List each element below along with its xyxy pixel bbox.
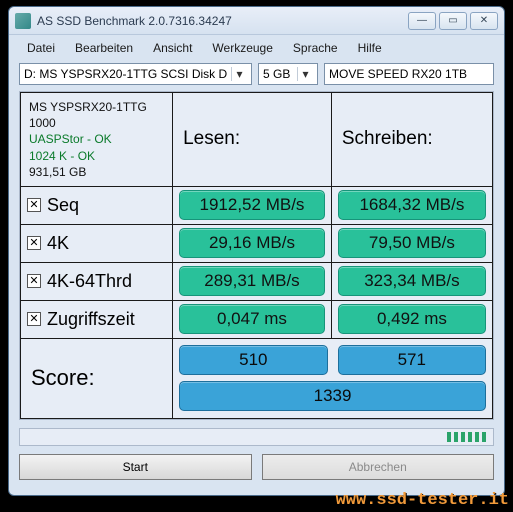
minimize-button[interactable]: — [408,12,436,30]
maximize-button[interactable]: ▭ [439,12,467,30]
checkbox-4k[interactable]: ✕ [27,236,41,250]
seq-read: 1912,52 MB/s [179,190,325,220]
watermark: www.ssd-tester.it [336,491,509,510]
score-read: 510 [179,345,327,375]
checkbox-acc[interactable]: ✕ [27,312,41,326]
4k-read: 29,16 MB/s [179,228,325,258]
menu-datei[interactable]: Datei [19,39,63,57]
close-button[interactable]: ✕ [470,12,498,30]
test-label: Zugriffszeit [47,309,135,330]
4k64-read: 289,31 MB/s [179,266,325,296]
menu-hilfe[interactable]: Hilfe [350,39,390,57]
size-select[interactable]: 5 GB ▾ [258,63,318,85]
start-button[interactable]: Start [19,454,252,480]
col-write: Schreiben: [332,122,492,156]
4k64-write: 323,34 MB/s [338,266,486,296]
checkbox-seq[interactable]: ✕ [27,198,41,212]
drive-model: MS YSPSRX20-1TTG [29,99,164,115]
size-select-value: 5 GB [263,67,293,81]
col-read: Lesen: [173,122,331,156]
score-write: 571 [338,345,486,375]
drive-capacity: 931,51 GB [29,164,164,180]
selector-row: D: MS YSPSRX20-1TTG SCSI Disk Device ▾ 5… [9,63,504,91]
acc-read: 0,047 ms [179,304,325,334]
menubar: Datei Bearbeiten Ansicht Werkzeuge Sprac… [9,35,504,63]
score-label: Score: [21,361,172,395]
results-panel: MS YSPSRX20-1TTG 1000 UASPStor - OK 1024… [19,91,494,420]
drive-fw: 1000 [29,115,164,131]
test-label: 4K-64Thrd [47,271,132,292]
window-title: AS SSD Benchmark 2.0.7316.34247 [37,14,408,28]
name-input-value: MOVE SPEED RX20 1TB [329,67,489,81]
test-label: 4K [47,233,69,254]
checkbox-4k64[interactable]: ✕ [27,274,41,288]
seq-write: 1684,32 MB/s [338,190,486,220]
drive-driver: UASPStor - OK [29,131,164,147]
app-window: AS SSD Benchmark 2.0.7316.34247 — ▭ ✕ Da… [8,6,505,496]
4k-write: 79,50 MB/s [338,228,486,258]
score-box: 510 571 1339 [173,341,492,415]
menu-bearbeiten[interactable]: Bearbeiten [67,39,141,57]
drive-select[interactable]: D: MS YSPSRX20-1TTG SCSI Disk Device ▾ [19,63,252,85]
drive-select-value: D: MS YSPSRX20-1TTG SCSI Disk Device [24,67,227,81]
menu-werkzeuge[interactable]: Werkzeuge [204,39,280,57]
app-icon [15,13,31,29]
menu-ansicht[interactable]: Ansicht [145,39,200,57]
chevron-down-icon: ▾ [297,67,313,81]
abort-button: Abbrechen [262,454,495,480]
drive-info: MS YSPSRX20-1TTG 1000 UASPStor - OK 1024… [21,93,172,186]
name-input[interactable]: MOVE SPEED RX20 1TB [324,63,494,85]
titlebar: AS SSD Benchmark 2.0.7316.34247 — ▭ ✕ [9,7,504,35]
score-total: 1339 [179,381,486,411]
drive-align: 1024 K - OK [29,148,164,164]
chevron-down-icon: ▾ [231,67,247,81]
test-label: Seq [47,195,79,216]
menu-sprache[interactable]: Sprache [285,39,346,57]
acc-write: 0,492 ms [338,304,486,334]
progress-bar [19,428,494,446]
